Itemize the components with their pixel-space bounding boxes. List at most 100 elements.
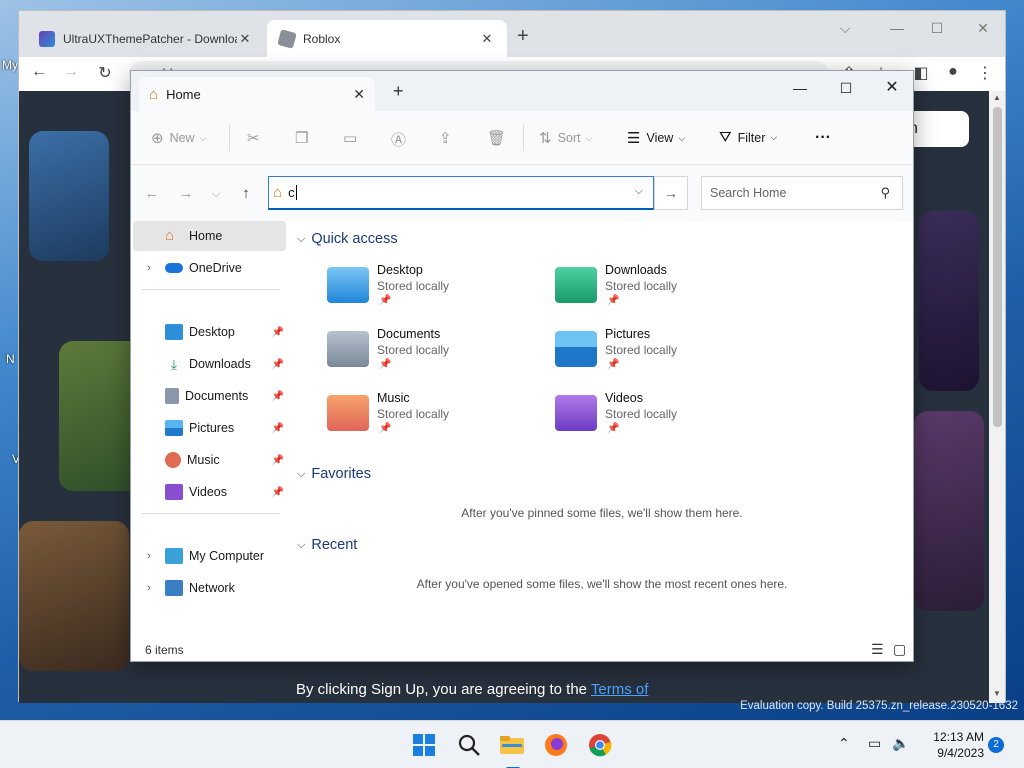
- section-quick-access[interactable]: ⌵ Quick access: [297, 231, 398, 247]
- game-tile[interactable]: [29, 131, 109, 261]
- desktop-folder-icon: [165, 324, 183, 340]
- browser-tab-roblox[interactable]: Roblox ✕: [267, 20, 507, 57]
- chevron-right-icon[interactable]: ›: [141, 582, 157, 594]
- clock[interactable]: 12:13 AM 9/4/2023: [920, 729, 984, 761]
- explorer-tab-home[interactable]: ⌂ Home ✕: [139, 77, 375, 111]
- nav-item-label: Downloads: [189, 357, 251, 371]
- scroll-up-icon[interactable]: ▲: [989, 93, 1005, 102]
- new-tab-plus-icon[interactable]: +: [517, 25, 529, 48]
- nav-item-music[interactable]: Music 📌: [133, 445, 286, 475]
- volume-icon[interactable]: 🔈: [892, 735, 909, 752]
- copy-button[interactable]: ❐: [295, 129, 314, 147]
- sort-label: Sort: [557, 131, 581, 145]
- section-favorites[interactable]: ⌵ Favorites: [297, 466, 371, 482]
- tiles-view-icon[interactable]: ▢: [893, 641, 906, 658]
- scrollbar-thumb[interactable]: [993, 107, 1002, 427]
- profile-avatar-icon[interactable]: ●: [941, 63, 965, 81]
- new-tab-plus-icon[interactable]: +: [393, 81, 404, 102]
- quick-access-pictures[interactable]: Pictures Stored locally 📌: [555, 327, 765, 383]
- nav-item-home[interactable]: ⌂ Home: [133, 221, 286, 251]
- network-status-icon[interactable]: ▭: [868, 735, 881, 752]
- minimize-icon[interactable]: —: [777, 73, 823, 103]
- quick-access-videos[interactable]: Videos Stored locally 📌: [555, 391, 765, 447]
- close-window-icon[interactable]: ✕: [963, 15, 1003, 41]
- browser-tab-title: UltraUXThemePatcher - Downloa: [63, 31, 237, 46]
- up-arrow-icon[interactable]: ↑: [235, 185, 257, 202]
- show-hidden-icons-chevron-icon[interactable]: ⌃: [838, 735, 850, 752]
- go-button[interactable]: →: [654, 176, 688, 210]
- scroll-down-icon[interactable]: ▼: [989, 689, 1005, 698]
- nav-item-network[interactable]: › Network: [133, 573, 286, 603]
- share-button[interactable]: ⇪: [439, 129, 458, 147]
- quick-access-desktop[interactable]: Desktop Stored locally 📌: [327, 263, 537, 319]
- close-icon[interactable]: ✕: [479, 31, 495, 47]
- desktop-icon-label[interactable]: My: [2, 58, 18, 72]
- recent-locations-chevron-icon[interactable]: ⌵: [205, 188, 227, 201]
- details-view-icon[interactable]: ☰: [871, 641, 884, 658]
- back-icon[interactable]: ←: [27, 63, 51, 81]
- rename-button[interactable]: Ⓐ: [391, 129, 412, 150]
- forward-icon[interactable]: →: [59, 63, 83, 81]
- close-icon[interactable]: ✕: [237, 31, 253, 47]
- see-more-button[interactable]: ···: [815, 129, 831, 147]
- filter-button[interactable]: ⛛ Filter ⌵: [719, 129, 777, 146]
- chrome-icon[interactable]: [586, 731, 614, 759]
- nav-item-label: Network: [189, 581, 235, 595]
- start-windows-icon[interactable]: [410, 731, 438, 759]
- quick-access-downloads[interactable]: Downloads Stored locally 📌: [555, 263, 765, 319]
- quick-access-music[interactable]: Music Stored locally 📌: [327, 391, 537, 447]
- close-window-icon[interactable]: ✕: [869, 73, 915, 103]
- file-explorer-icon[interactable]: [498, 731, 526, 768]
- terms-link[interactable]: Terms of: [591, 681, 649, 698]
- pin-icon: 📌: [379, 359, 392, 370]
- nav-item-label: My Computer: [189, 549, 265, 563]
- forward-icon[interactable]: →: [175, 185, 197, 202]
- nav-item-videos[interactable]: Videos 📌: [133, 477, 286, 507]
- game-tile[interactable]: [914, 411, 984, 611]
- nav-item-onedrive[interactable]: › OneDrive: [133, 253, 286, 283]
- notification-badge[interactable]: 2: [988, 737, 1004, 753]
- view-button[interactable]: ☰ View ⌵: [627, 129, 685, 147]
- pin-icon[interactable]: 📌: [272, 455, 284, 466]
- search-icon[interactable]: [455, 731, 483, 759]
- cut-button[interactable]: ✂: [247, 129, 266, 147]
- document-icon: [165, 388, 179, 404]
- chevron-right-icon[interactable]: ›: [141, 550, 157, 562]
- nav-item-desktop[interactable]: Desktop 📌: [133, 317, 286, 347]
- pin-icon[interactable]: 📌: [272, 423, 284, 434]
- firefox-icon[interactable]: [542, 731, 570, 759]
- sort-button[interactable]: ⇅ Sort ⌵: [539, 129, 592, 147]
- desktop-icon-label[interactable]: N: [6, 352, 15, 366]
- section-title: Quick access: [311, 231, 398, 247]
- game-tile[interactable]: [19, 521, 129, 671]
- maximize-icon[interactable]: ☐: [823, 73, 869, 103]
- pin-icon[interactable]: 📌: [272, 487, 284, 498]
- search-input[interactable]: Search Home ⚲: [701, 176, 903, 210]
- divider: [141, 289, 279, 290]
- browser-tab-ultraux[interactable]: UltraUXThemePatcher - Downloa ✕: [27, 20, 265, 57]
- pin-icon[interactable]: 📌: [272, 391, 284, 402]
- address-input[interactable]: ⌂ c ⌵: [268, 176, 654, 210]
- chevron-right-icon[interactable]: ›: [141, 262, 157, 274]
- page-scrollbar[interactable]: ▲ ▼: [989, 91, 1005, 703]
- pin-icon[interactable]: 📌: [272, 359, 284, 370]
- delete-button[interactable]: 🗑: [487, 129, 512, 147]
- nav-item-documents[interactable]: Documents 📌: [133, 381, 286, 411]
- chevron-down-icon[interactable]: ⌵: [635, 185, 643, 198]
- close-icon[interactable]: ✕: [353, 86, 365, 103]
- section-recent[interactable]: ⌵ Recent: [297, 537, 357, 553]
- reload-icon[interactable]: ↻: [93, 63, 117, 83]
- quick-access-documents[interactable]: Documents Stored locally 📌: [327, 327, 537, 383]
- tab-search-chevron-icon[interactable]: ⌵: [825, 15, 865, 41]
- pin-icon[interactable]: 📌: [272, 327, 284, 338]
- nav-item-my-computer[interactable]: › My Computer: [133, 541, 286, 571]
- back-icon[interactable]: ←: [141, 185, 163, 202]
- new-button[interactable]: ⊕ New ⌵: [151, 129, 206, 147]
- nav-item-pictures[interactable]: Pictures 📌: [133, 413, 286, 443]
- nav-item-downloads[interactable]: ⤓ Downloads 📌: [133, 349, 286, 379]
- menu-kebab-icon[interactable]: ⋮: [973, 63, 997, 83]
- game-tile[interactable]: [919, 211, 979, 391]
- maximize-icon[interactable]: ☐: [917, 15, 957, 41]
- minimize-icon[interactable]: —: [877, 15, 917, 41]
- paste-button[interactable]: ▭: [343, 129, 363, 147]
